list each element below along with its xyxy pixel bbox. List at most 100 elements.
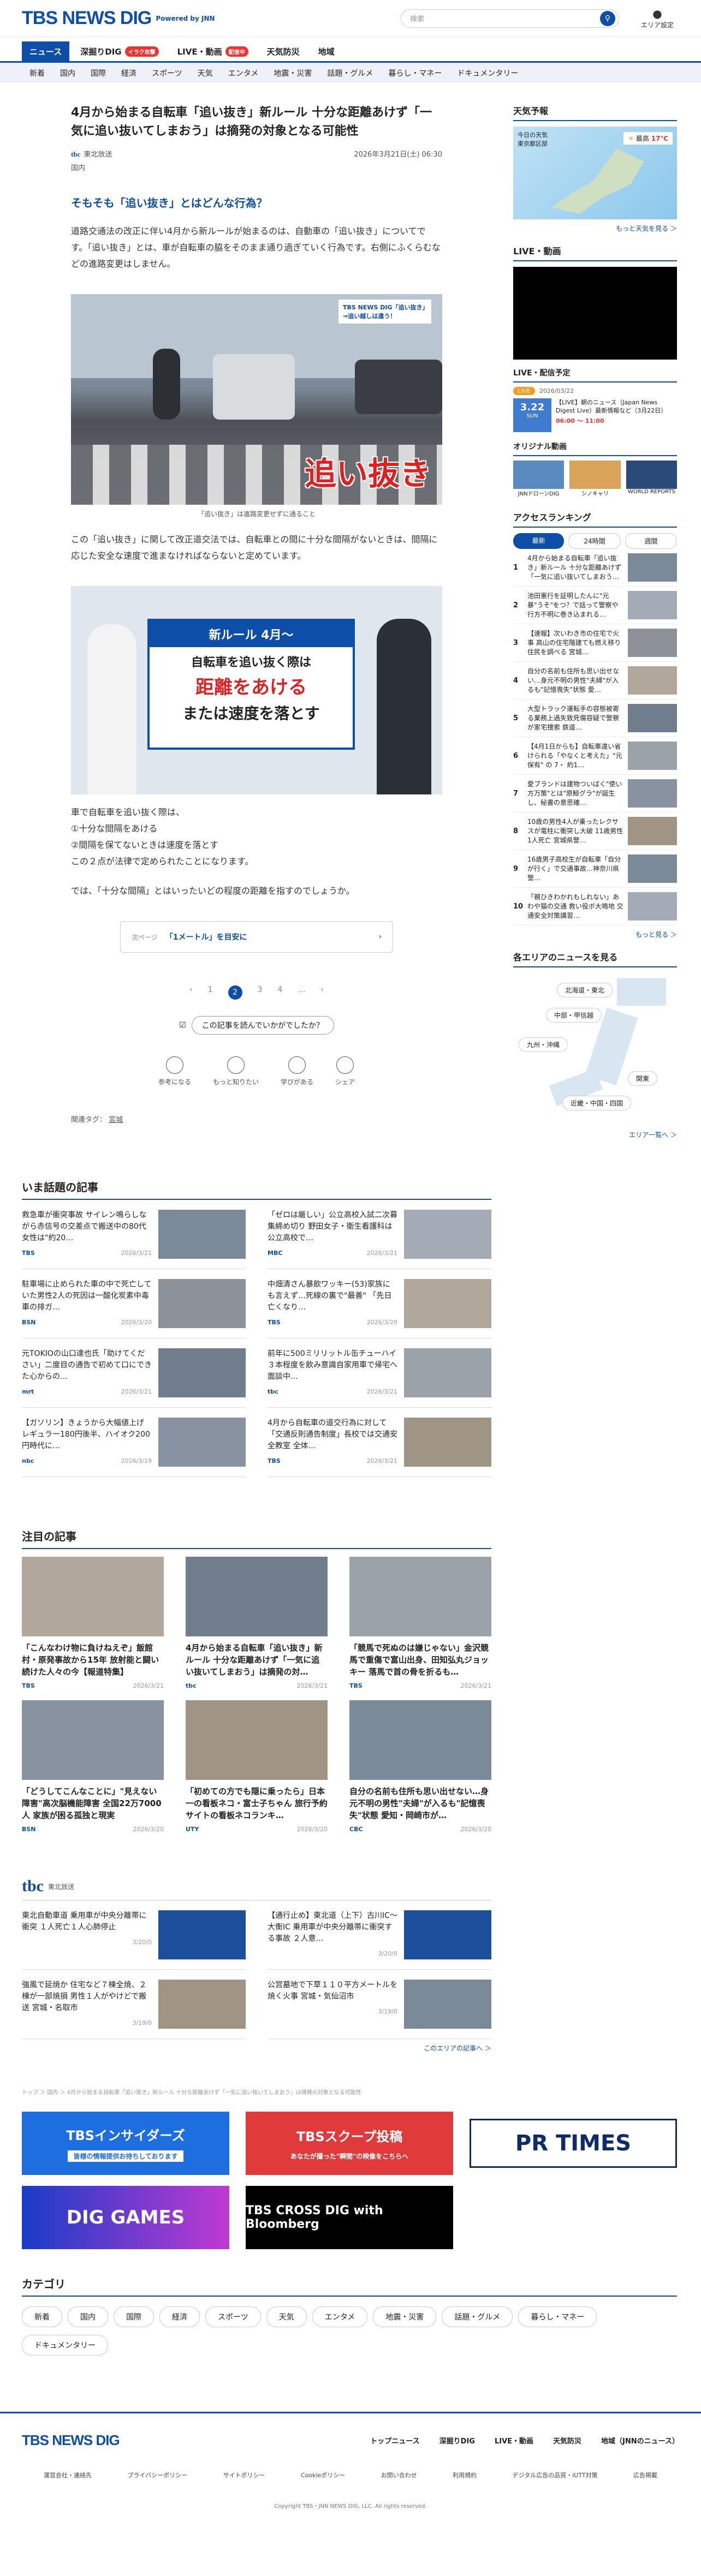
footer-link[interactable]: デジタル広告の品質・iUTT対策: [512, 2471, 597, 2479]
ranking-tab-24h[interactable]: 24時間: [568, 533, 621, 549]
reaction-learn[interactable]: 学びがある: [281, 1056, 313, 1086]
subnav-item[interactable]: 新着: [22, 68, 52, 79]
reaction-more[interactable]: もっと知りたい: [213, 1056, 259, 1086]
ranking-item[interactable]: 1 4月から始まる自転車「追い抜き」新ルール 十分な距離あけず「一気に追い抜いてし…: [513, 549, 677, 587]
area-button-hokkaido-tohoku[interactable]: 北海道・東北: [557, 983, 613, 997]
local-more-link[interactable]: このエリアの記事へ ＞: [22, 2043, 491, 2053]
banner-prtimes[interactable]: PR TIMES: [470, 2119, 677, 2168]
ranking-item[interactable]: 2 池田憲行を証明したんに"元暴"うそ"をつ？で話って警察や行方不明に巻き込まれる…: [513, 587, 677, 624]
banner-scoop[interactable]: TBSスクープ投稿 あなたが撮った"瞬間"の映像をこちらへ: [246, 2112, 453, 2175]
topic-item[interactable]: 中畑清さん暴飲ワッキー(53)家族にも言えず…死線の裏で"最善" 「先日亡くなり…: [268, 1269, 491, 1338]
featured-card[interactable]: 4月から始まる自転車「追い抜き」新ルール 十分な距離あけず「一気に追い抜いてしま…: [186, 1557, 328, 1700]
featured-card[interactable]: 「どうしてこんなことに」"見えない障害"高次脳機能障害 全国22万7000人 家…: [22, 1700, 164, 1844]
article-source[interactable]: 東北放送: [84, 151, 112, 159]
topic-item[interactable]: 「ゼロは厳しい」公立高校入試二次募集締め切り 野田女子・衛生看護科は公立高校で……: [268, 1200, 491, 1269]
subnav-item[interactable]: 天気: [190, 68, 221, 79]
footer-link[interactable]: サイトポリシー: [223, 2471, 265, 2479]
local-item[interactable]: 【通行止め】東北道（上下）古川IC〜大衡IC 乗用車が中央分離帯に衝突する事故 …: [268, 1900, 491, 1970]
category-chip[interactable]: 地震・災害: [373, 2306, 437, 2327]
nav-weather[interactable]: 天気防災: [259, 41, 307, 61]
footer-link[interactable]: 運営会社・連絡先: [44, 2471, 92, 2479]
live-item[interactable]: 3.22 SUN 【LIVE】朝のニュース（Japan News Digest …: [513, 398, 677, 432]
featured-card[interactable]: 「こんなわけ物に負けねえぞ」飯館村・原発事故から15年 放射能と闘い続けた人々の…: [22, 1557, 164, 1700]
topic-item[interactable]: 救急車が衝突事故 サイレン鳴らしながら赤信号の交差点で搬送中の80代女性は"約2…: [22, 1200, 246, 1269]
original-item[interactable]: WORLD REPORTS: [626, 461, 677, 497]
featured-card[interactable]: 自分の名前も住所も思い出せない…身元不明の男性"夫婦"が入るも"記憶喪失"状態 …: [349, 1700, 491, 1844]
topic-item[interactable]: 4月から自転車の道交行為に対して「交通反則通告制度」長校では交通安全教室 全体……: [268, 1408, 491, 1477]
local-item[interactable]: 公営墓地で下草１１０平方メートルを焼く火事 宮城・気仙沼市 3/19/0: [268, 1970, 491, 2039]
subnav-item[interactable]: 話題・グルメ: [319, 68, 381, 79]
nav-live[interactable]: LIVE・動画 配信中: [170, 41, 256, 61]
share-button[interactable]: シェア: [335, 1056, 355, 1086]
site-logo[interactable]: TBS NEWS DIG: [22, 8, 152, 29]
footer-link[interactable]: 利用規約: [453, 2471, 477, 2479]
ranking-more-link[interactable]: もっと見る ＞: [513, 930, 677, 939]
prev-icon[interactable]: ‹: [189, 985, 193, 1000]
feedback-question[interactable]: この記事を読んでいかがでしたか？: [191, 1016, 334, 1035]
search-icon[interactable]: ⚲: [600, 10, 615, 26]
featured-card[interactable]: 「初めての方でも隠に乗ったら」日本一の看板ネコ・富士子ちゃん 旅行予約サイトの看…: [186, 1700, 328, 1844]
next-icon[interactable]: ›: [320, 985, 324, 1000]
subnav-item[interactable]: 国際: [83, 68, 114, 79]
category-chip[interactable]: 国内: [68, 2306, 108, 2327]
weather-map[interactable]: 今日の天気 東京都区部 ☀ 最高 17℃: [513, 127, 677, 219]
footer-nav-item[interactable]: LIVE・動画: [495, 2435, 533, 2446]
nav-region[interactable]: 地域: [311, 41, 342, 61]
tag-link[interactable]: 宮城: [109, 1116, 123, 1124]
category-chip[interactable]: 天気: [266, 2306, 307, 2327]
subnav-item[interactable]: 経済: [114, 68, 144, 79]
page-number[interactable]: 3: [258, 985, 263, 1000]
footer-nav-item[interactable]: 深掘りDIG: [439, 2435, 475, 2446]
area-button-kinki[interactable]: 近畿・中国・四国: [562, 1096, 632, 1110]
footer-logo[interactable]: TBS NEWS DIG: [22, 2432, 120, 2449]
ranking-item[interactable]: 6 【4月1日からも】自転車違い省けられる「やなくと考えた」"元保有" の 7・ …: [513, 737, 677, 775]
ranking-tab-weekly[interactable]: 週間: [625, 533, 677, 549]
page-number[interactable]: 4: [277, 985, 282, 1000]
subnav-item[interactable]: 暮らし・マネー: [381, 68, 449, 79]
subnav-item[interactable]: エンタメ: [221, 68, 266, 79]
page-number-current[interactable]: 2: [228, 985, 242, 1000]
category-chip[interactable]: 国際: [114, 2306, 154, 2327]
category-chip[interactable]: エンタメ: [312, 2306, 368, 2327]
nav-dig[interactable]: 深掘りDIG イラク攻撃: [73, 41, 166, 61]
footer-nav-item[interactable]: トップニュース: [370, 2435, 419, 2446]
original-item[interactable]: JNNドローンDIG: [513, 461, 565, 497]
ranking-item[interactable]: 5 大型トラック運転手の容態被寄る業務上過失致死傷容疑で警察が家宅捜索 鉄道…: [513, 700, 677, 737]
subnav-item[interactable]: スポーツ: [144, 68, 190, 79]
category-chip[interactable]: 話題・グルメ: [442, 2306, 513, 2327]
area-button-kyushu[interactable]: 九州・沖縄: [519, 1037, 568, 1052]
weather-more-link[interactable]: もっと天気を見る ＞: [513, 224, 677, 233]
areas-more-link[interactable]: エリア一覧へ ＞: [513, 1130, 677, 1139]
category-chip[interactable]: ドキュメンタリー: [22, 2335, 108, 2356]
subnav-item[interactable]: 地震・災害: [266, 68, 319, 79]
original-item[interactable]: シノキャリ: [569, 461, 621, 497]
footer-nav-item[interactable]: 天気防災: [553, 2435, 581, 2446]
ranking-tab-latest[interactable]: 最新: [513, 533, 565, 549]
ranking-item[interactable]: 7 愛ブランドは建物ついばく"使い方万策"とは"原鯨グラ"が誕生し、秘書の意思確…: [513, 775, 677, 812]
local-item[interactable]: 強風で延焼か 住宅など７棟全焼、２棟が一部焼損 男性１人がやけどで搬送 宮城・名…: [22, 1970, 246, 2039]
banner-dig-games[interactable]: DIG GAMES: [22, 2186, 229, 2249]
footer-nav-item[interactable]: 地域（JNNのニュース）: [601, 2435, 679, 2446]
topic-item[interactable]: 駐車場に止められた車の中で死亡していた男性2人の死因は一酸化炭素中毒 車の排ガ……: [22, 1269, 246, 1338]
footer-link[interactable]: Cookieポリシー: [301, 2471, 345, 2479]
banner-insiders[interactable]: TBSインサイダーズ 皆様の情報提供お待ちしております: [22, 2112, 229, 2175]
category-chip[interactable]: スポーツ: [205, 2306, 261, 2327]
area-button-chubu[interactable]: 中部・甲信越: [546, 1008, 602, 1023]
subnav-item[interactable]: 国内: [52, 68, 83, 79]
local-item[interactable]: 東北自動車道 乗用車が中央分離帯に衝突 １人死亡１人心肺停止 3/20/0: [22, 1900, 246, 1970]
nav-news[interactable]: ニュース: [22, 41, 70, 61]
footer-link[interactable]: プライバシーポリシー: [127, 2471, 187, 2479]
ranking-item[interactable]: 9 16歳男子高校生が自転車「自分が行く」で交通事故…神奈川県警…: [513, 850, 677, 888]
area-setting-button[interactable]: ● エリア設定: [635, 7, 679, 29]
ranking-item[interactable]: 4 自分の名前も住所も思い出せない…身元不明の男性"夫婦"が入るも"記憶喪失"状態…: [513, 662, 677, 700]
category-chip[interactable]: 経済: [159, 2306, 200, 2327]
subnav-item[interactable]: ドキュメンタリー: [449, 68, 526, 79]
footer-link[interactable]: 広告掲載: [633, 2471, 657, 2479]
ranking-item[interactable]: 3 【速報】次いわき市の住宅で火事 高山の住宅階建ても燃え移り住民を調べる 宮城…: [513, 624, 677, 662]
category-chip[interactable]: 新着: [22, 2306, 62, 2327]
category-chip[interactable]: 暮らし・マネー: [518, 2306, 597, 2327]
footer-link[interactable]: お問い合わせ: [381, 2471, 417, 2479]
search-input[interactable]: 検索 ⚲: [401, 9, 619, 28]
area-button-kanto[interactable]: 関東: [628, 1071, 658, 1086]
article-category[interactable]: 国内: [71, 162, 442, 172]
